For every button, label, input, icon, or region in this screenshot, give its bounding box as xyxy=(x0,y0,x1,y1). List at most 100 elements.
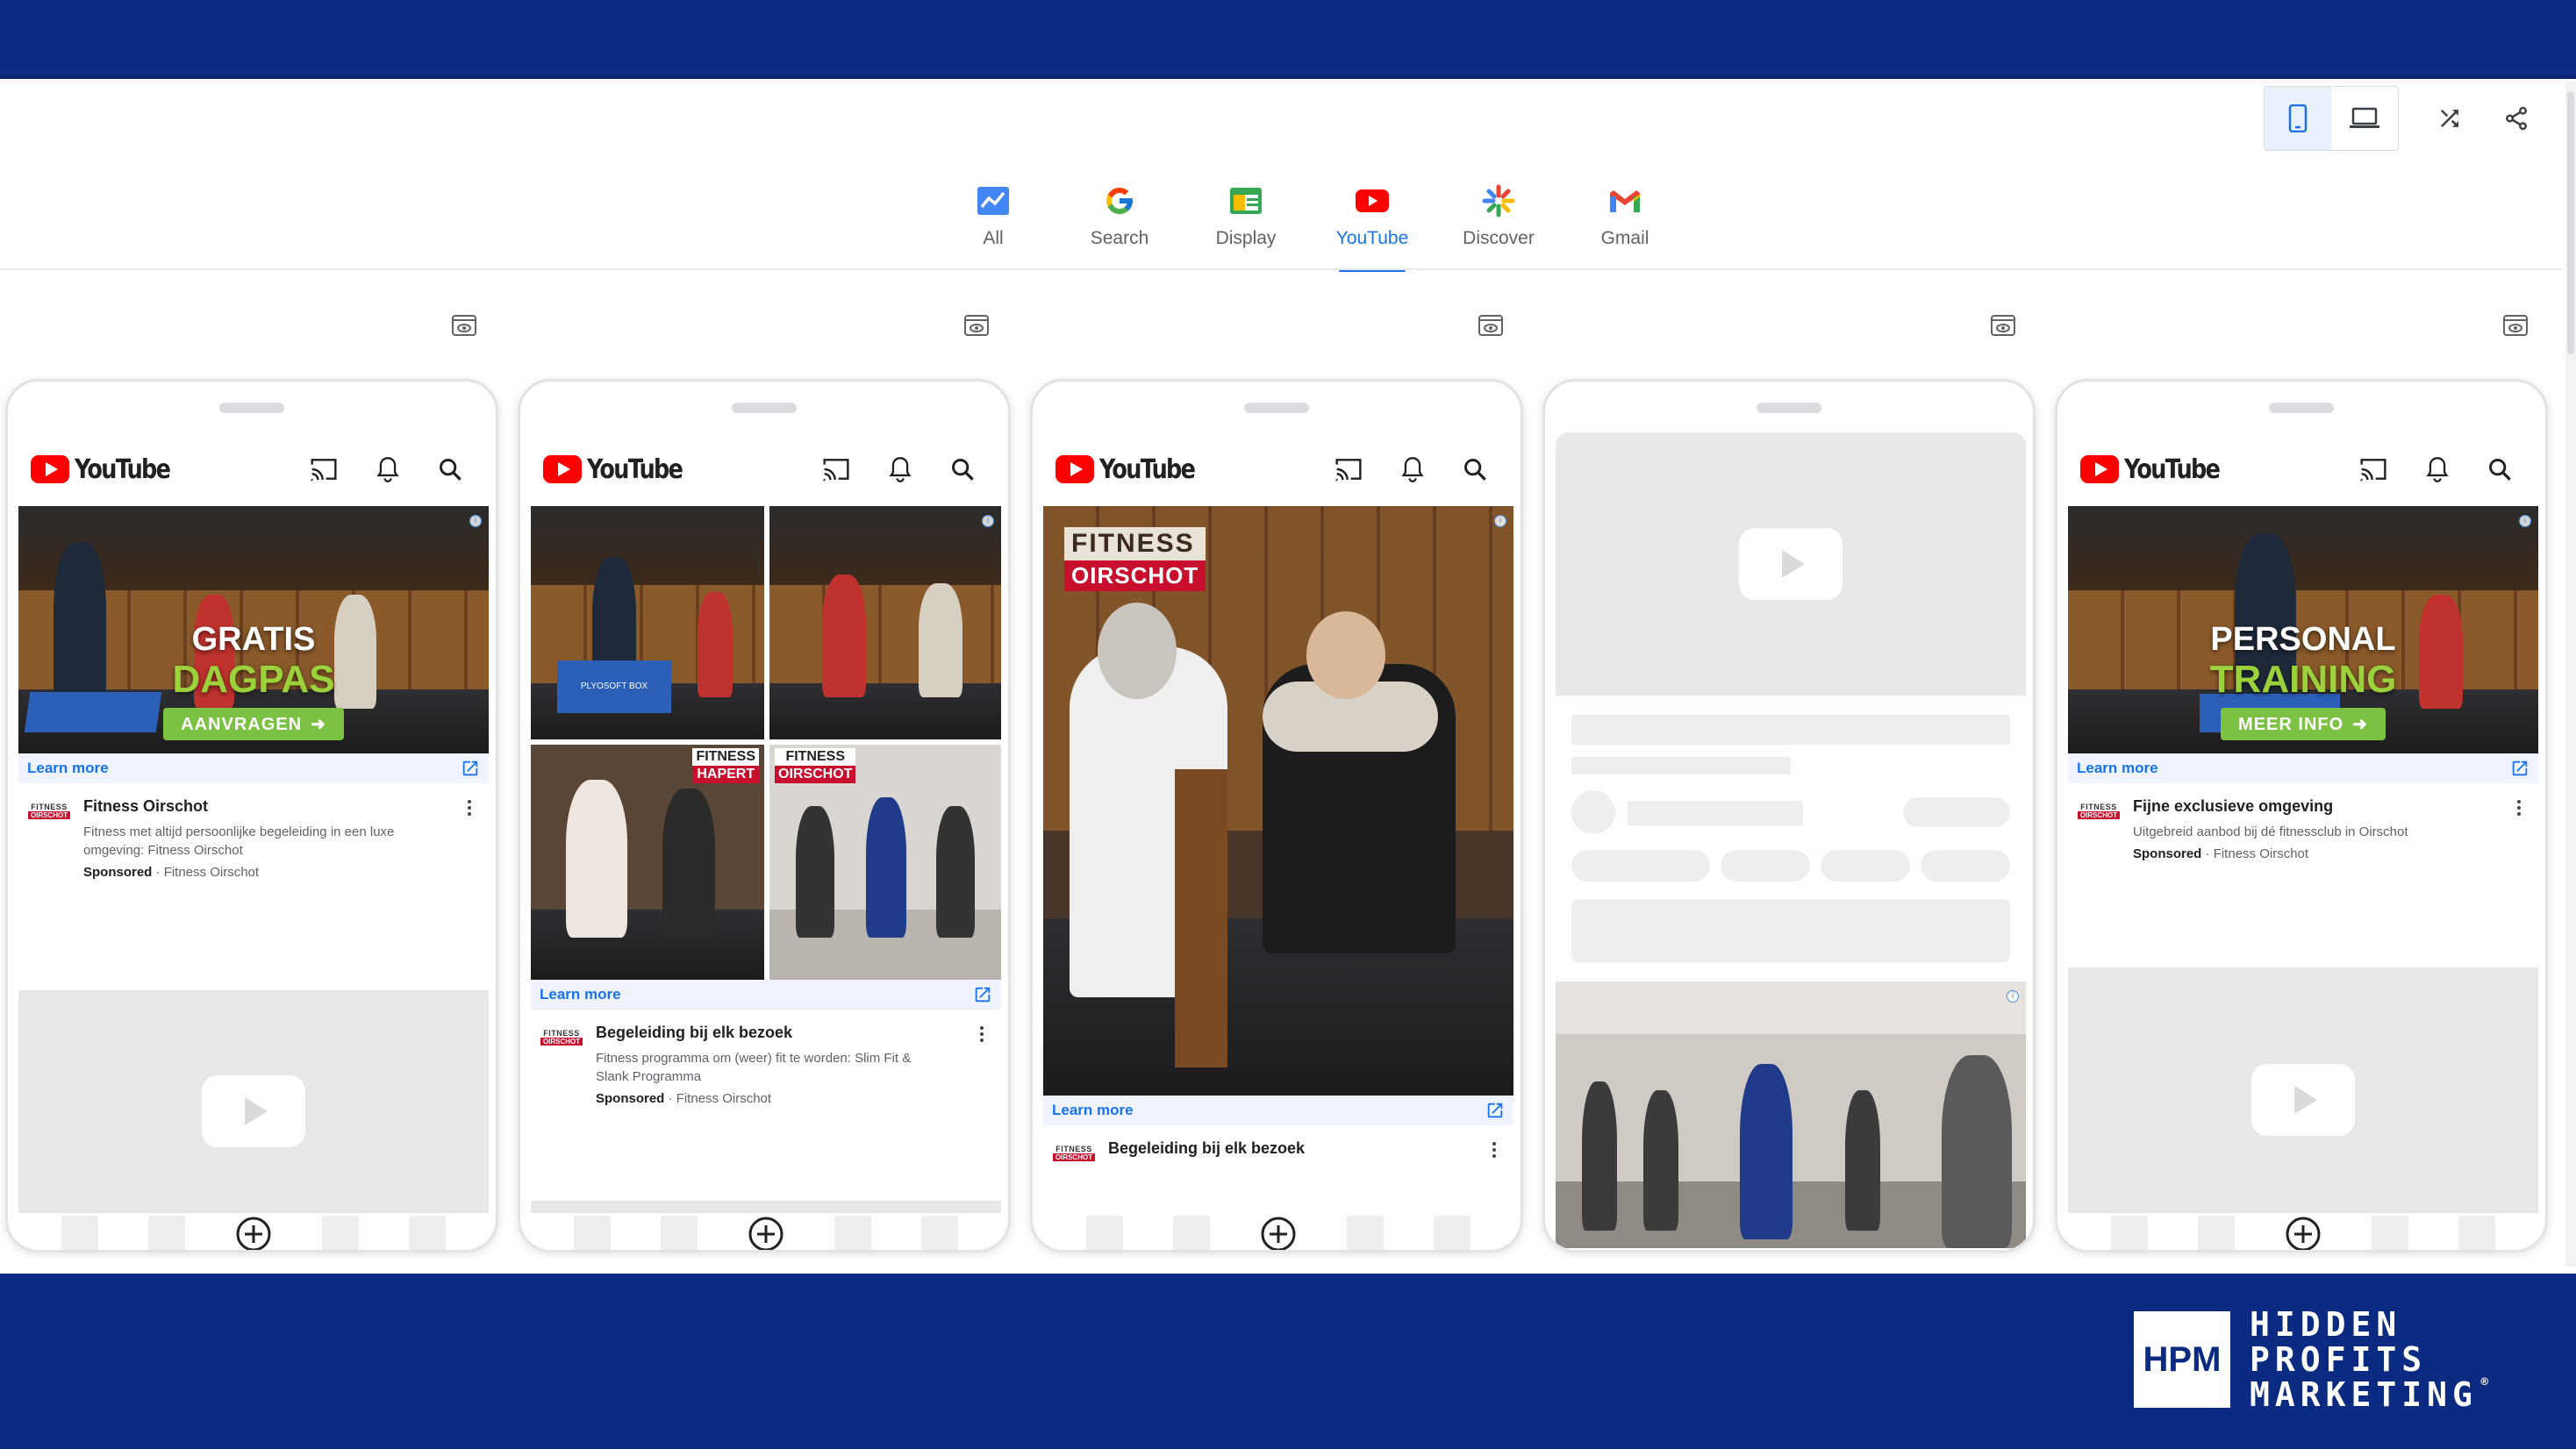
search-icon[interactable] xyxy=(438,457,462,482)
nav-placeholder[interactable] xyxy=(1434,1216,1471,1250)
ad-title[interactable]: Fijne exclusieve omgeving xyxy=(2133,797,2408,816)
bell-icon[interactable] xyxy=(376,456,399,482)
youtube-logo[interactable]: YouTube xyxy=(543,454,698,485)
tab-youtube[interactable]: YouTube xyxy=(1309,181,1435,272)
search-icon[interactable] xyxy=(950,457,975,482)
tab-search[interactable]: Search xyxy=(1056,181,1183,268)
youtube-header: YouTube xyxy=(531,432,1001,506)
ad-sponsored-line: Sponsored · Fitness Oirschot xyxy=(2133,846,2309,861)
external-link-icon[interactable] xyxy=(973,985,992,1004)
ad-title[interactable]: Begeleiding bij elk bezoek xyxy=(596,1024,947,1042)
nav-placeholder[interactable] xyxy=(573,1216,611,1250)
preview-eye-icon[interactable] xyxy=(1990,312,2016,339)
ad-info-icon[interactable]: i xyxy=(2519,515,2531,527)
phone-preview-5: YouTube i PERSONAL TRAINING MEER INFO ➜ xyxy=(2055,379,2548,1253)
ad-image[interactable]: i PERSONAL TRAINING MEER INFO ➜ xyxy=(2068,506,2538,753)
tab-discover[interactable]: Discover xyxy=(1435,181,1562,268)
nav-placeholder[interactable] xyxy=(147,1216,185,1250)
nav-placeholder[interactable] xyxy=(921,1216,959,1250)
advertiser-logo: FITNESS OIRSCHOT xyxy=(27,803,71,829)
external-link-icon[interactable] xyxy=(461,759,480,778)
nav-placeholder[interactable] xyxy=(2458,1216,2496,1250)
ad-title[interactable]: Fitness Oirschot xyxy=(83,797,434,816)
ad-info-icon[interactable]: i xyxy=(1494,515,1506,527)
cast-icon[interactable] xyxy=(310,457,338,482)
skeleton-block xyxy=(1571,899,2010,962)
create-plus-icon[interactable] xyxy=(2285,1216,2322,1250)
ad-info-icon[interactable]: i xyxy=(2007,990,2019,1003)
search-icon[interactable] xyxy=(1463,457,1487,482)
learn-more-link[interactable]: Learn more xyxy=(2077,760,2158,777)
ad-image[interactable]: FITNESS OIRSCHOT i xyxy=(1043,506,1513,1096)
shuffle-button[interactable] xyxy=(2416,87,2483,150)
ad-image[interactable]: i GRATIS DAGPAS AANVRAGEN ➜ xyxy=(18,506,489,753)
youtube-wordmark: YouTube xyxy=(587,453,683,485)
learn-more-link[interactable]: Learn more xyxy=(27,760,109,777)
nav-placeholder[interactable] xyxy=(61,1216,98,1250)
ad-image-collage[interactable]: PLYOSOFT BOX FITNESS HAPERT FITNESS OIRSCH… xyxy=(531,506,1001,980)
registered-mark: ® xyxy=(2480,1375,2494,1389)
ad-headline-overlay: PERSONAL TRAINING MEER INFO ➜ xyxy=(2068,620,2538,740)
nav-placeholder[interactable] xyxy=(409,1216,447,1250)
cast-icon[interactable] xyxy=(2359,457,2387,482)
nav-placeholder[interactable] xyxy=(2197,1216,2235,1250)
tab-all[interactable]: All xyxy=(930,181,1056,268)
ad-title[interactable]: Begeleiding bij elk bezoek xyxy=(1108,1139,1305,1158)
tab-display[interactable]: Display xyxy=(1183,181,1309,268)
page-scrollbar[interactable] xyxy=(2565,82,2576,1267)
nav-placeholder[interactable] xyxy=(322,1216,360,1250)
cast-icon[interactable] xyxy=(1335,457,1363,482)
ad-info-icon[interactable]: i xyxy=(982,515,994,527)
more-options-icon[interactable] xyxy=(980,1024,985,1045)
youtube-logo[interactable]: YouTube xyxy=(31,454,186,485)
nav-placeholder[interactable] xyxy=(2110,1216,2148,1250)
nav-placeholder[interactable] xyxy=(1085,1216,1123,1250)
more-options-icon[interactable] xyxy=(2517,797,2522,818)
preview-eye-icon[interactable] xyxy=(1478,312,1504,339)
ad-text-block: FITNESS OIRSCHOT Fitness Oirschot Fitness… xyxy=(18,783,489,889)
create-plus-icon[interactable] xyxy=(1260,1216,1297,1250)
bell-icon[interactable] xyxy=(889,456,912,482)
preview-eye-icon[interactable] xyxy=(2502,312,2529,339)
youtube-logo[interactable]: YouTube xyxy=(1055,454,1211,485)
cast-icon[interactable] xyxy=(822,457,850,482)
google-icon xyxy=(1106,188,1133,214)
ad-info-icon[interactable]: i xyxy=(469,515,482,527)
learn-more-row[interactable]: Learn more xyxy=(1043,1096,1513,1125)
external-link-icon[interactable] xyxy=(2510,759,2529,778)
search-icon[interactable] xyxy=(2487,457,2512,482)
skeleton-avatar xyxy=(1571,790,1615,834)
nav-placeholder[interactable] xyxy=(834,1216,872,1250)
nav-placeholder[interactable] xyxy=(2372,1216,2409,1250)
learn-more-row[interactable]: Learn more xyxy=(2068,753,2538,783)
desktop-preview-button[interactable] xyxy=(2331,87,2398,150)
share-button[interactable] xyxy=(2483,87,2550,150)
learn-more-link[interactable]: Learn more xyxy=(1052,1102,1134,1119)
preview-eye-icon[interactable] xyxy=(963,312,990,339)
external-link-icon[interactable] xyxy=(1485,1101,1505,1120)
bell-icon[interactable] xyxy=(2426,456,2449,482)
preview-eye-icon[interactable] xyxy=(451,312,477,339)
bell-icon[interactable] xyxy=(1401,456,1424,482)
learn-more-link[interactable]: Learn more xyxy=(540,986,621,1003)
learn-more-row[interactable]: Learn more xyxy=(18,753,489,783)
nav-placeholder[interactable] xyxy=(1347,1216,1385,1250)
tab-gmail[interactable]: Gmail xyxy=(1562,181,1688,268)
more-options-icon[interactable] xyxy=(468,797,473,818)
nav-placeholder[interactable] xyxy=(1172,1216,1210,1250)
mobile-preview-button[interactable] xyxy=(2265,87,2331,150)
advertiser-name: Fitness Oirschot xyxy=(163,865,260,880)
learn-more-row[interactable]: Learn more xyxy=(531,980,1001,1010)
advertiser-logo-line-1: FITNESS xyxy=(1055,1145,1092,1153)
scrollbar-thumb[interactable] xyxy=(2567,91,2574,354)
ad-sponsored-line: Sponsored · Fitness Oirschot xyxy=(83,865,260,880)
sign-line-2: OIRSCHOT xyxy=(1064,560,1206,591)
youtube-logo[interactable]: YouTube xyxy=(2080,454,2236,485)
hpm-logo: HPM HIDDEN PROFITS MARKETING ® xyxy=(2134,1307,2488,1412)
create-plus-icon[interactable] xyxy=(235,1216,272,1250)
nav-placeholder[interactable] xyxy=(660,1216,698,1250)
more-options-icon[interactable] xyxy=(1492,1139,1498,1160)
ad-image[interactable]: i xyxy=(1556,981,2026,1248)
phone-preview-1: YouTube i GRATIS DAGPAS AANVRAGEN ➜ Lear… xyxy=(5,379,498,1253)
create-plus-icon[interactable] xyxy=(748,1216,784,1250)
